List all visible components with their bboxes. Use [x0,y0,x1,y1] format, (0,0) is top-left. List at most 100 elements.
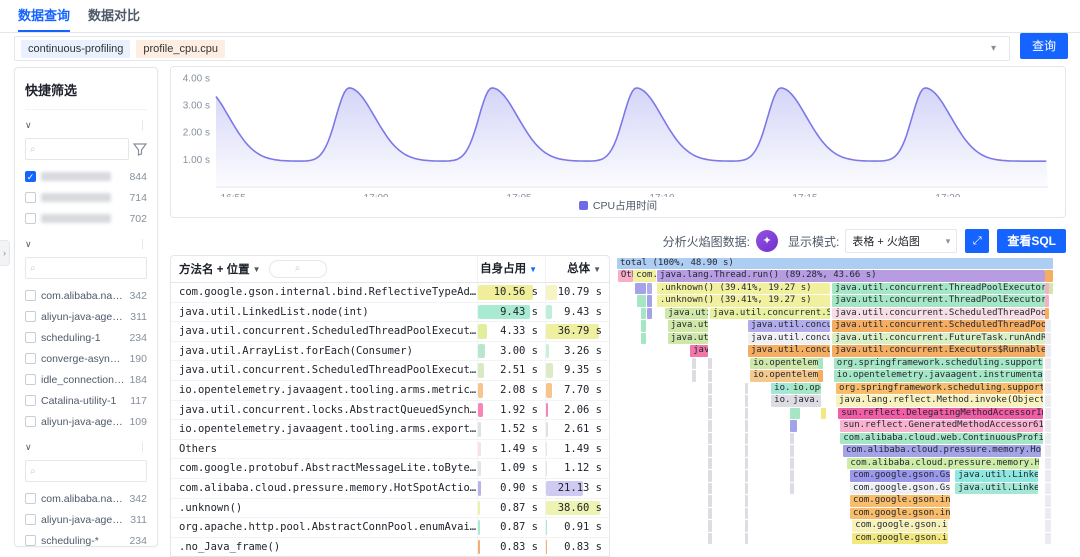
flame-frame-sliver[interactable] [744,470,748,482]
flame-frame-sliver[interactable] [744,420,748,432]
flame-frame-sliver[interactable] [637,295,646,307]
checkbox[interactable] [25,192,36,203]
filter-list-item[interactable]: idle_connection_reaper 184 [25,369,147,390]
flame-frame-sliver[interactable] [818,370,823,382]
flame-frame[interactable]: org.springframework.scheduling.support.S… [836,382,1044,394]
flame-frame-sliver[interactable] [708,532,712,544]
flame-frame-sliver[interactable] [708,395,712,407]
method-name[interactable]: java.util.concurrent.ScheduledThreadPool… [171,361,477,380]
flame-frame[interactable]: java.u [790,395,822,407]
flame-frame-sliver[interactable] [708,357,712,369]
flame-frame-sliver[interactable] [1045,307,1049,319]
chevron-down-icon[interactable]: ∨ [25,239,32,250]
method-name[interactable]: java.util.LinkedList.node(int) [171,303,477,322]
filter-list-item[interactable]: aliyun-java-agent-apm-A... 109 [25,411,147,432]
method-search-input[interactable]: ⌕ [268,260,327,278]
flame-frame[interactable]: java.util [665,307,709,319]
checkbox[interactable] [25,416,36,427]
view-sql-button[interactable]: 查看SQL [997,229,1066,253]
query-button[interactable]: 查询 [1020,33,1068,59]
flame-frame[interactable]: com.alibaba.cloud.pressure.memory.HotSpo… [843,445,1041,457]
flame-frame[interactable]: java [690,345,709,357]
flame-frame-sliver[interactable] [790,445,795,457]
flame-frame[interactable]: java.util [667,320,709,332]
filter-list-item[interactable]: aliyun-java-agent-apm-A... 311 [25,306,147,327]
flame-frame-sliver[interactable] [1045,507,1052,519]
table-row[interactable]: com.alibaba.cloud.pressure.memory.HotSpo… [171,478,609,499]
flame-frame-sliver[interactable] [818,357,823,369]
section-search-input[interactable]: ⌕ [25,460,147,482]
filter-tag-service[interactable]: continuous-profiling [21,39,131,58]
flame-frame-sliver[interactable] [1045,445,1052,457]
filter-list-item[interactable]: 714 [25,187,147,208]
flame-frame[interactable]: java.lang.Thread.run() (89.28%, 43.66 s) [656,270,1045,282]
flame-frame-sliver[interactable] [790,457,795,469]
method-name[interactable]: java.util.concurrent.locks.AbstractQueue… [171,401,477,420]
display-mode-select[interactable]: 表格 + 火焰图 ▾ [845,229,958,253]
flame-frame[interactable]: java.util.concurrent.ThreadPoolExecutor.… [832,295,1045,307]
filter-funnel-icon[interactable] [133,142,147,156]
flame-frame-sliver[interactable] [744,432,748,444]
flame-frame-sliver[interactable] [1045,357,1052,369]
flame-frame-sliver[interactable] [647,282,653,294]
filter-list-item[interactable]: ✓ 844 [25,166,147,187]
flame-frame[interactable]: com.google.gson.inter [852,520,948,532]
checkbox[interactable] [25,353,36,364]
filter-tag-metric[interactable]: profile_cpu.cpu [136,39,225,58]
flame-frame-sliver[interactable] [641,332,646,344]
table-row[interactable]: .no_Java_frame() 0.83 s 0.83 s [171,537,609,556]
method-name[interactable]: io.opentelemetry.javaagent.tooling.arms.… [171,381,477,400]
flame-frame-sliver[interactable] [708,420,712,432]
flame-frame-sliver[interactable] [744,382,748,394]
cpu-time-line-chart[interactable]: 4.00 s 3.00 s 2.00 s 1.00 s 16:55 17:00 17:05 1… [171,67,1065,204]
flame-frame[interactable]: java.util [667,332,709,344]
flame-frame-sliver[interactable] [1044,270,1053,282]
flame-frame-sliver[interactable] [744,507,748,519]
checkbox[interactable] [25,311,36,322]
filter-list-item[interactable]: com.alibaba.nacos.client... 342 [25,488,147,509]
table-row[interactable]: org.apache.http.pool.AbstractConnPool.en… [171,518,609,538]
flame-frame-sliver[interactable] [1045,295,1049,307]
flame-frame-sliver[interactable] [790,432,795,444]
flame-frame-sliver[interactable] [744,495,748,507]
flame-frame-sliver[interactable] [821,407,826,419]
checkbox[interactable] [25,374,36,385]
sort-icon[interactable]: ▼ [593,265,601,274]
method-name[interactable]: .no_Java_frame() [171,538,477,556]
chevron-down-icon[interactable]: ∨ [25,442,32,453]
flame-frame[interactable]: io.ope [790,382,822,394]
flame-frame-sliver[interactable] [1045,420,1052,432]
checkbox[interactable] [25,535,36,546]
method-name[interactable]: com.google.protobuf.AbstractMessageLite.… [171,459,477,478]
table-row[interactable]: io.opentelemetry.javaagent.tooling.arms.… [171,420,609,440]
table-row[interactable]: java.util.LinkedList.node(int) 9.43 s 9.… [171,302,609,323]
flame-frame-sliver[interactable] [1045,482,1052,494]
flame-frame[interactable]: java.util.LinkedLis [955,482,1038,494]
method-name[interactable]: java.util.ArrayList.forEach(Consumer) [171,342,477,361]
table-row[interactable]: java.util.concurrent.locks.AbstractQueue… [171,400,609,421]
flame-frame[interactable]: org.springframework.scheduling.support.D… [833,357,1044,369]
flame-frame[interactable]: .unknown() (39.41%, 19.27 s) [656,295,830,307]
flame-frame-sliver[interactable] [708,370,712,382]
method-name[interactable]: org.apache.http.pool.AbstractConnPool.en… [171,518,477,537]
table-row[interactable]: java.util.ArrayList.forEach(Consumer) 3.… [171,341,609,362]
flame-frame-sliver[interactable] [744,532,748,544]
flame-frame[interactable]: com.google.gson.inter [850,507,950,519]
flame-frame-sliver[interactable] [1045,320,1052,332]
flame-frame-sliver[interactable] [708,457,712,469]
flame-frame[interactable]: Others [617,270,633,282]
flame-frame-sliver[interactable] [708,495,712,507]
table-row[interactable]: Others 1.49 s 1.49 s [171,439,609,460]
flame-frame[interactable]: com.google.gson.inter [850,495,950,507]
flame-frame-sliver[interactable] [708,382,712,394]
chevron-down-icon[interactable]: ▾ [991,44,1001,54]
flame-frame-sliver[interactable] [641,307,646,319]
flame-frame[interactable]: java.util.concurrent.Schedu [709,307,830,319]
table-row[interactable]: java.util.concurrent.ScheduledThreadPool… [171,361,609,381]
filter-list-item[interactable]: converge-async-config-p... 190 [25,348,147,369]
flame-frame-sliver[interactable] [744,457,748,469]
flame-frame[interactable]: io.opentelemetr [750,370,819,382]
checkbox[interactable] [25,514,36,525]
flame-frame-sliver[interactable] [1045,332,1052,344]
flame-frame[interactable]: java.util.concurrent.ScheduledThreadPool… [832,320,1045,332]
